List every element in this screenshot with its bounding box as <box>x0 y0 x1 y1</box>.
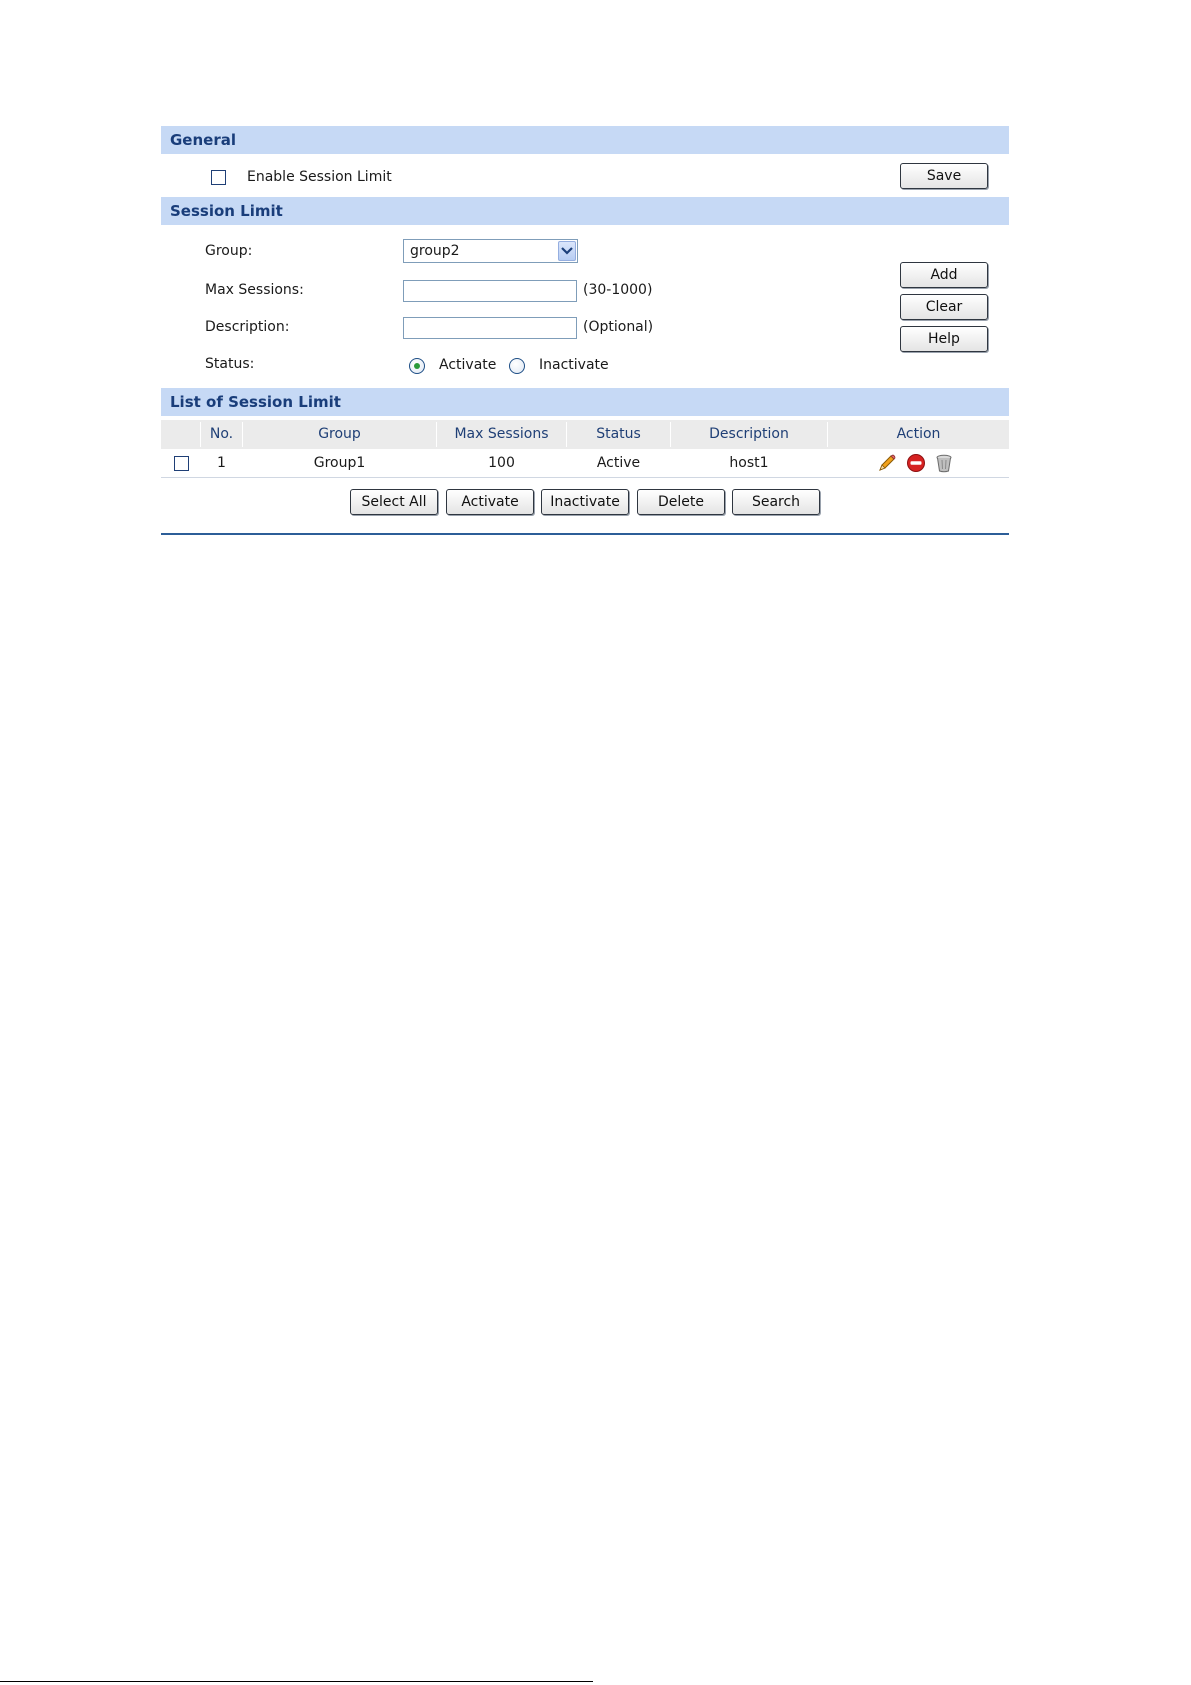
session-limit-section-header: Session Limit <box>161 197 1009 225</box>
description-label: Description: <box>205 319 290 335</box>
max-sessions-input[interactable] <box>403 280 577 302</box>
list-section-header: List of Session Limit <box>161 388 1009 416</box>
group-select[interactable]: group2 <box>403 239 578 263</box>
activate-button[interactable]: Activate <box>446 489 534 515</box>
description-hint: (Optional) <box>583 319 654 335</box>
select-all-button[interactable]: Select All <box>350 489 438 515</box>
column-header-description: Description <box>709 426 789 442</box>
row-select-checkbox[interactable] <box>174 456 189 471</box>
disable-icon[interactable] <box>906 453 926 473</box>
search-button[interactable]: Search <box>732 489 820 515</box>
column-header-group: Group <box>318 426 361 442</box>
clear-button[interactable]: Clear <box>900 294 988 320</box>
column-header-action: Action <box>896 426 941 442</box>
row-description: host1 <box>729 455 769 471</box>
max-sessions-hint: (30-1000) <box>583 282 653 298</box>
status-activate-label: Activate <box>439 357 497 373</box>
group-select-value: group2 <box>410 243 460 259</box>
table-row: 1 Group1 100 Active host1 <box>161 449 1009 478</box>
radio-selected-dot <box>414 363 420 369</box>
column-header-no: No. <box>209 426 234 442</box>
add-button[interactable]: Add <box>900 262 988 288</box>
status-label: Status: <box>205 356 255 372</box>
delete-trash-icon[interactable] <box>934 453 954 473</box>
row-status: Active <box>596 455 641 471</box>
row-no: 1 <box>217 455 226 471</box>
panel-bottom-rule <box>161 533 1009 535</box>
table-header: No. Group Max Sessions Status Descriptio… <box>161 420 1009 449</box>
max-sessions-label: Max Sessions: <box>205 282 304 298</box>
row-max-sessions: 100 <box>488 455 515 471</box>
description-input[interactable] <box>403 317 577 339</box>
help-button[interactable]: Help <box>900 326 988 352</box>
enable-session-limit-label: Enable Session Limit <box>247 169 392 185</box>
status-activate-radio[interactable] <box>409 358 425 374</box>
enable-session-limit-checkbox[interactable] <box>211 170 226 185</box>
group-label: Group: <box>205 243 253 259</box>
chevron-down-icon[interactable] <box>558 241 576 261</box>
page-footer-rule <box>0 1681 593 1682</box>
row-group: Group1 <box>313 455 366 471</box>
general-section-header: General <box>161 126 1009 154</box>
column-header-status: Status <box>596 426 641 442</box>
session-limit-panel: General Enable Session Limit Save Sessio… <box>161 126 1009 535</box>
status-inactivate-label: Inactivate <box>539 357 609 373</box>
delete-button[interactable]: Delete <box>637 489 725 515</box>
edit-pencil-icon[interactable] <box>877 453 897 473</box>
save-button[interactable]: Save <box>900 163 988 189</box>
status-inactivate-radio[interactable] <box>509 358 525 374</box>
inactivate-button[interactable]: Inactivate <box>541 489 629 515</box>
column-header-max-sessions: Max Sessions <box>454 426 549 442</box>
